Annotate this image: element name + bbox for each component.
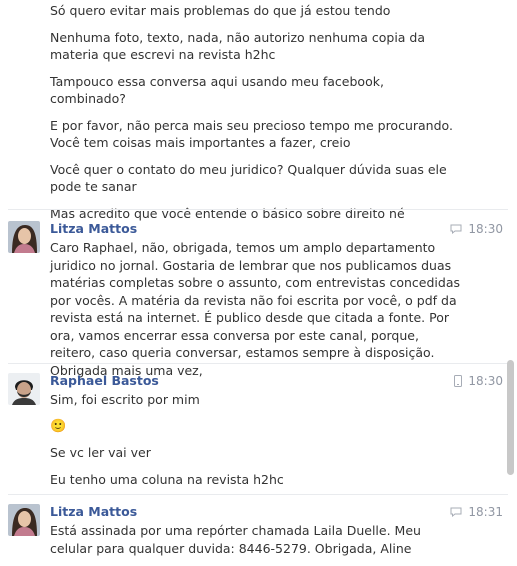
message-body: Caro Raphael, não, obrigada, temos um am… [50, 239, 460, 388]
message-text: Tampouco essa conversa aqui usando meu f… [50, 73, 384, 107]
message-body: Está assinada por uma repórter chamada L… [50, 522, 460, 566]
timestamp: 18:30 [468, 222, 503, 236]
group-divider [8, 363, 508, 364]
sender-name[interactable]: Litza Mattos [50, 504, 137, 520]
message-meta: 18:31 [450, 504, 503, 520]
chat-icon [450, 224, 462, 234]
scrollbar-thumb[interactable] [507, 360, 514, 475]
avatar[interactable] [8, 373, 40, 405]
message-text: Só quero evitar mais problemas do que já… [50, 3, 391, 18]
emoji-smile-icon: 🙂 [50, 418, 67, 434]
message-body: Sim, foi escrito por mim 🙂 Se vc ler vai… [50, 391, 460, 497]
message-text: Mas acredito que você entende o básico s… [50, 205, 405, 221]
group-divider [8, 209, 508, 210]
message-meta: 18:30 [450, 221, 503, 237]
continuation-messages: Só quero evitar mais problemas do que já… [50, 2, 460, 231]
message-text: Está assinada por uma repórter chamada L… [50, 523, 421, 556]
message-text: Você quer o contato do meu juridico? Qua… [50, 161, 447, 195]
message-text: Se vc ler vai ver [50, 445, 151, 460]
message-text: Nenhuma foto, texto, nada, não autorizo … [50, 29, 426, 63]
message-thread: Só quero evitar mais problemas do que já… [0, 0, 517, 561]
avatar[interactable] [8, 504, 40, 536]
chat-icon [450, 507, 462, 517]
sender-name[interactable]: Litza Mattos [50, 221, 137, 237]
mobile-icon [454, 375, 463, 387]
timestamp: 18:30 [468, 374, 503, 388]
message-text: Sim, foi escrito por mim [50, 392, 200, 407]
message-text: E por favor, não perca mais seu precioso… [50, 117, 453, 151]
message-meta: 18:30 [454, 373, 503, 389]
message-text: Eu tenho uma coluna na revista h2hc [50, 471, 284, 487]
sender-name[interactable]: Raphael Bastos [50, 373, 159, 389]
avatar[interactable] [8, 221, 40, 253]
message-text: Caro Raphael, não, obrigada, temos um am… [50, 240, 460, 378]
group-divider [8, 494, 508, 495]
timestamp: 18:31 [468, 505, 503, 519]
